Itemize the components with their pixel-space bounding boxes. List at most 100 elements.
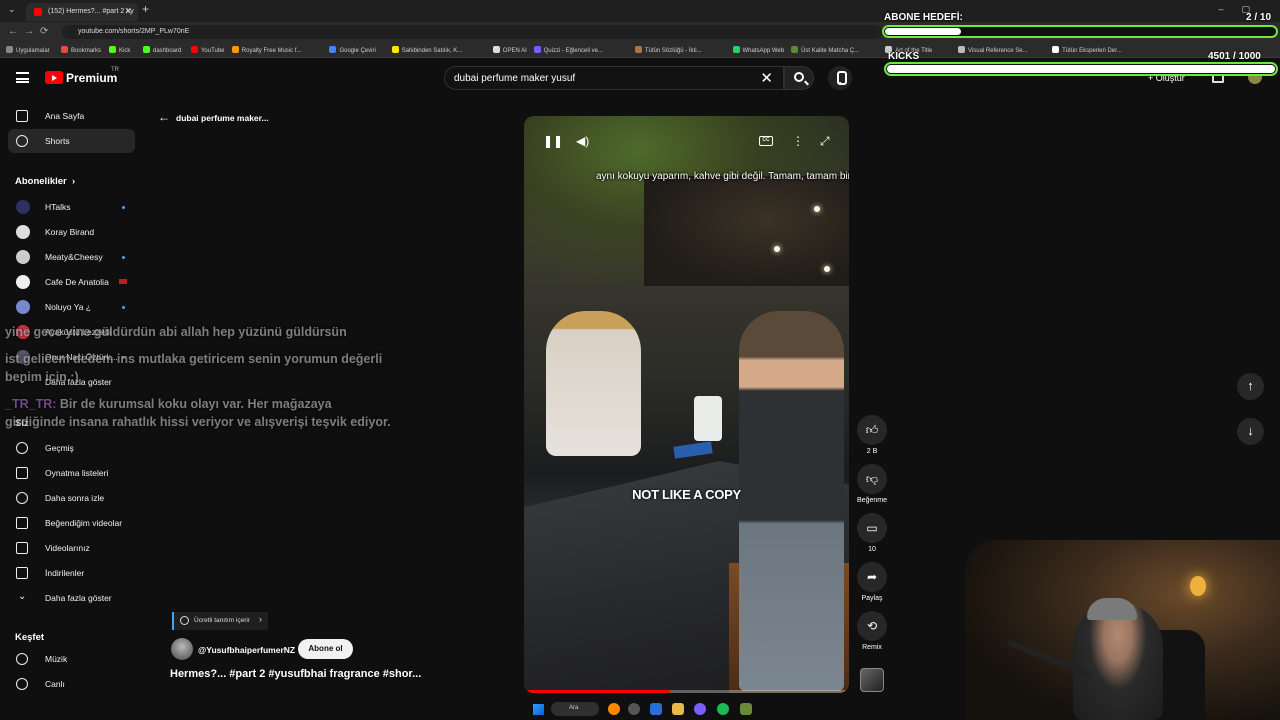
clear-search-icon[interactable]: ✕ — [760, 69, 773, 87]
subscribe-button[interactable]: Abone ol — [298, 639, 353, 659]
subscription-label: HTalks — [45, 202, 71, 212]
bookmark-item[interactable]: YouTube — [190, 46, 225, 54]
bookmark-item[interactable]: Tütün Eksperleri Der... — [1052, 46, 1122, 54]
bookmark-item[interactable]: Bookmarks — [61, 46, 101, 54]
bookmark-favicon-icon — [1052, 46, 1060, 53]
promo-label: Ücretli tanıtım içerir — [194, 617, 250, 624]
comments-button[interactable]: ▭ 10 — [854, 513, 890, 553]
music-icon — [16, 653, 28, 665]
menu-icon[interactable] — [16, 72, 29, 83]
app-icon[interactable] — [740, 703, 752, 715]
share-button[interactable]: ➦ Paylaş — [854, 562, 890, 602]
sub-goal-fill — [885, 28, 962, 35]
messenger-icon[interactable] — [694, 703, 706, 715]
youtube-play-icon — [45, 71, 63, 84]
subscriptions-heading[interactable]: Abonelikler › — [15, 176, 75, 187]
taskbar-search-label: Ara — [569, 705, 579, 711]
youtube-favicon-icon — [34, 8, 42, 16]
sound-thumbnail[interactable] — [860, 668, 884, 692]
bookmarks-bar: Uygulamalar Bookmarks Kick dashboard YouTube… — [0, 42, 1280, 58]
url-field[interactable]: youtube.com/shorts/2MP_PLw70nE — [62, 25, 882, 39]
sidebar-item-music[interactable]: Müzik — [8, 647, 135, 671]
dislike-button[interactable]: 👎︎ Beğenme — [854, 464, 890, 504]
sidebar-item-shorts[interactable]: Shorts — [8, 129, 135, 153]
bookmark-label: OPEN AI — [502, 48, 527, 54]
video-scene-bottle — [694, 396, 722, 441]
video-overlay-text: NOT LIKE A COPY — [632, 487, 741, 502]
video-scene-ceiling — [644, 176, 849, 286]
sidebar-item-downloads[interactable]: İndirilenler — [8, 561, 135, 585]
sidebar-subscription-item[interactable]: Meaty&Cheesy — [8, 245, 135, 269]
bookmark-item[interactable]: Tütün Sözlüğü - İkti... — [634, 46, 702, 54]
sidebar-item-home[interactable]: Ana Sayfa — [8, 104, 135, 128]
bookmark-item[interactable]: Kick — [109, 46, 130, 54]
you-more-label: Daha fazla göster — [45, 593, 112, 603]
voice-search-icon[interactable] — [828, 66, 852, 90]
spotify-icon[interactable] — [717, 703, 729, 715]
bookmark-label: Royalty Free Music f... — [241, 48, 302, 54]
bookmark-favicon-icon — [329, 46, 337, 53]
previous-short-button[interactable]: ↑ — [1237, 373, 1264, 400]
bookmark-item[interactable]: OPEN AI — [492, 46, 527, 54]
bookmark-item[interactable]: Üst Kalite Matcha Ç... — [791, 46, 859, 54]
taskbar-search[interactable]: Ara — [551, 702, 599, 716]
bookmark-item[interactable]: Visual Reference Se... — [958, 46, 1028, 54]
comments-count: 10 — [868, 546, 876, 553]
shorts-video-player[interactable]: ❚❚ ◀) CC ⋮ ⤢ aynı kokuyu yaparım, kahve … — [524, 116, 849, 693]
sidebar-item-your-videos[interactable]: Videolarınız — [8, 536, 135, 560]
store-icon[interactable] — [650, 703, 662, 715]
video-title[interactable]: Hermes?... #part 2 #yusufbhai fragrance … — [170, 668, 421, 680]
tab-close-icon[interactable]: ✕ — [124, 6, 132, 17]
sidebar-subscription-item[interactable]: Cafe De Anatolia — [8, 270, 135, 294]
bookmark-item[interactable]: Royalty Free Music f... — [231, 46, 302, 54]
downloads-icon — [16, 567, 28, 579]
bookmark-item[interactable]: dashboard — [143, 46, 181, 54]
new-content-dot — [122, 206, 125, 209]
volume-icon[interactable]: ◀) — [576, 134, 589, 148]
browser-tab[interactable]: (152) Hermes?... #part 2 #y ✕ — [26, 3, 138, 21]
channel-handle[interactable]: @YusufbhaiperfumerNZ — [198, 645, 295, 655]
sidebar-item-liked-videos[interactable]: Beğendiğim videolar — [8, 511, 135, 535]
bookmark-item[interactable]: Sahibinden Satılık, K... — [391, 46, 462, 54]
tab-search-icon[interactable]: ⌄ — [8, 4, 16, 15]
file-explorer-icon[interactable] — [672, 703, 684, 715]
video-progress-bar[interactable] — [524, 690, 849, 693]
windows-start-icon[interactable] — [533, 704, 544, 715]
sidebar-subscription-item[interactable]: Noluyo Ya ¿ — [8, 295, 135, 319]
fullscreen-icon[interactable]: ⤢ — [820, 134, 830, 149]
sidebar-item-watch-later[interactable]: Daha sonra izle — [8, 486, 135, 510]
bookmark-favicon-icon — [791, 46, 799, 53]
bookmark-label: Google Çeviri — [339, 48, 376, 54]
sidebar-subscription-item[interactable]: Koray Birand — [8, 220, 135, 244]
sidebar-subscription-item[interactable]: HTalks — [8, 195, 135, 219]
back-to-search-button[interactable]: ← dubai perfume maker... — [158, 110, 269, 124]
like-button[interactable]: 👍︎ 2 B — [854, 415, 890, 455]
captions-icon[interactable]: CC — [759, 136, 773, 146]
bookmark-item[interactable]: WhatsApp Web — [732, 46, 784, 54]
search-input[interactable]: dubai perfume maker yusuf ✕ — [444, 66, 784, 90]
chrome-icon[interactable] — [608, 703, 620, 715]
tab-title: (152) Hermes?... #part 2 #y — [48, 8, 134, 15]
paid-promotion-badge[interactable]: Ücretli tanıtım içerir › — [172, 612, 268, 630]
search-icon — [794, 72, 804, 82]
bookmark-item[interactable]: Google Çeviri — [329, 46, 376, 54]
sidebar-item-label: Videolarınız — [45, 543, 90, 553]
search-button[interactable] — [784, 66, 814, 90]
new-tab-icon[interactable]: + — [142, 2, 149, 16]
pause-icon[interactable]: ❚❚ — [543, 134, 563, 148]
sidebar-item-live[interactable]: Canlı — [8, 672, 135, 696]
bookmark-item[interactable]: Quizzi - Eğlenceli ve... — [533, 46, 603, 54]
browser-icon[interactable] — [628, 703, 640, 715]
nav-buttons-icon[interactable]: ←→⟳ — [8, 26, 54, 37]
bookmark-favicon-icon — [533, 46, 541, 53]
channel-avatar[interactable] — [171, 638, 193, 660]
info-icon — [180, 616, 189, 625]
next-short-button[interactable]: ↓ — [1237, 418, 1264, 445]
sidebar-you-more[interactable]: Daha fazla göster ⌄ — [8, 586, 135, 610]
subscriptions-title: Abonelikler — [15, 176, 67, 187]
channel-avatar — [16, 200, 30, 214]
sidebar-item-playlists[interactable]: Oynatma listeleri — [8, 461, 135, 485]
more-options-icon[interactable]: ⋮ — [792, 134, 804, 148]
remix-button[interactable]: ⟲ Remix — [854, 611, 890, 651]
bookmark-item[interactable]: Uygulamalar — [6, 46, 50, 54]
